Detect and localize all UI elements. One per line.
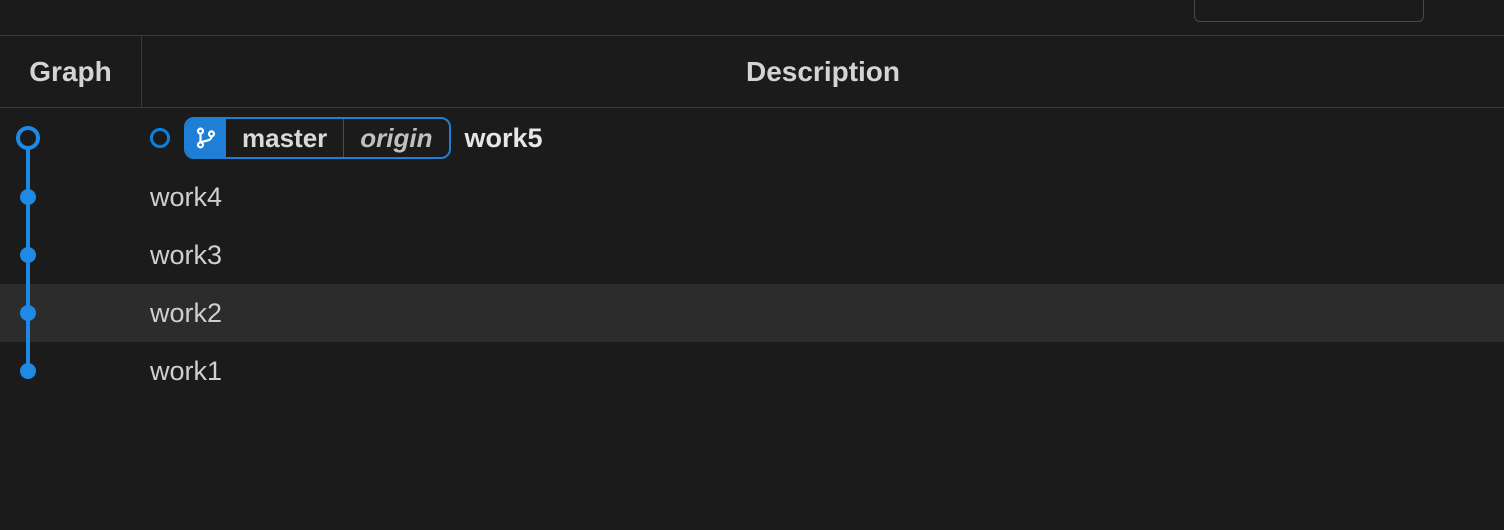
commit-description: work1: [142, 356, 1504, 387]
commit-message: work3: [150, 240, 222, 271]
git-branch-icon: [186, 119, 226, 157]
table-header: Graph Description: [0, 36, 1504, 108]
commit-row[interactable]: work3: [0, 226, 1504, 284]
column-header-graph[interactable]: Graph: [0, 36, 142, 107]
graph-cell: [0, 226, 142, 284]
head-ring-icon: [150, 128, 170, 148]
branch-tag[interactable]: master origin: [184, 117, 451, 159]
commit-description: work4: [142, 182, 1504, 213]
commit-description: work2: [142, 298, 1504, 329]
commit-description: master origin work5: [142, 117, 1504, 159]
commit-row[interactable]: work4: [0, 168, 1504, 226]
graph-cell: [0, 342, 142, 400]
branch-remote-label: origin: [344, 119, 448, 157]
commit-row[interactable]: work1: [0, 342, 1504, 400]
commit-row[interactable]: work2: [0, 284, 1504, 342]
graph-cell: [0, 168, 142, 226]
graph-cell: [0, 284, 142, 342]
top-bar: [0, 0, 1504, 36]
branch-local-label: master: [226, 119, 344, 157]
column-header-description[interactable]: Description: [142, 56, 1504, 88]
graph-cell: [0, 108, 142, 168]
commit-message: work4: [150, 182, 222, 213]
commit-message: work5: [465, 123, 543, 154]
commit-row[interactable]: master origin work5: [0, 108, 1504, 168]
commit-message: work2: [150, 298, 222, 329]
commit-list: master origin work5 work4 work3: [0, 108, 1504, 400]
commit-description: work3: [142, 240, 1504, 271]
commit-message: work1: [150, 356, 222, 387]
search-input[interactable]: [1194, 0, 1424, 22]
